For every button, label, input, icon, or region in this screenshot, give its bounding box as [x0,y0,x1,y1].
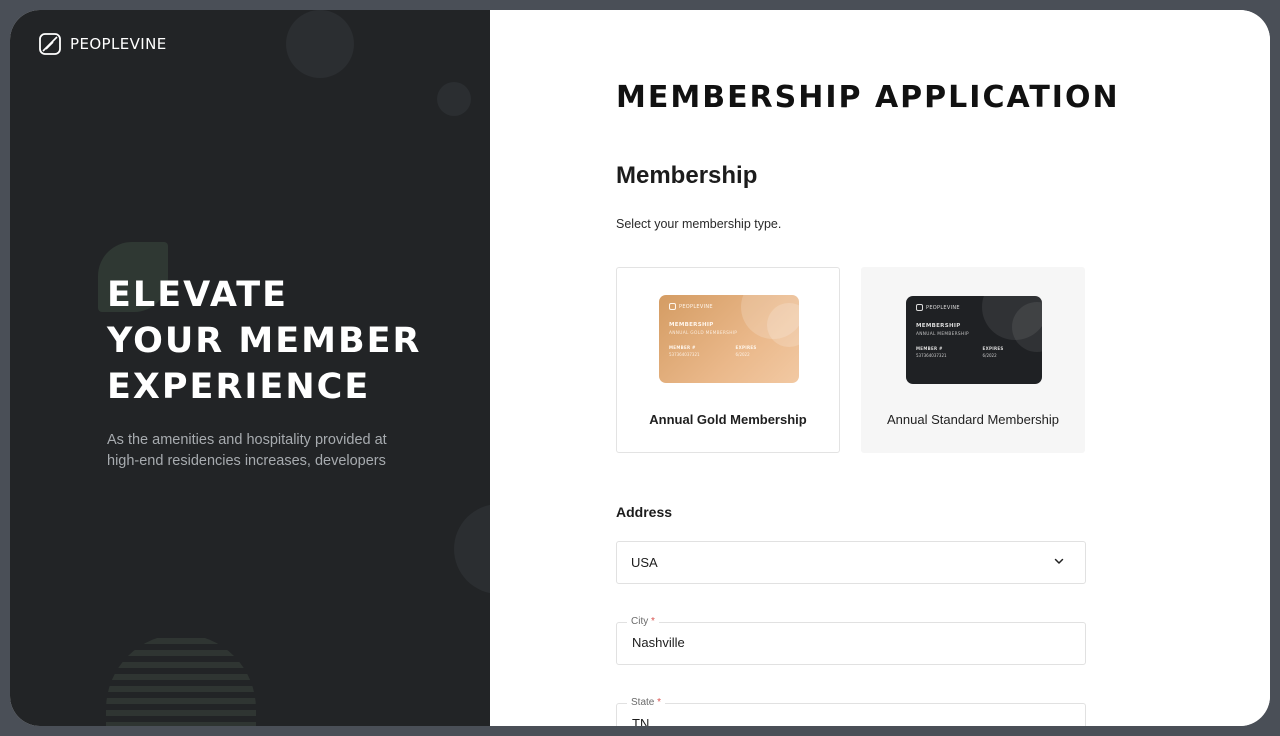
membership-option-label: Annual Standard Membership [887,412,1059,427]
card-expires-label: EXPIRES [735,345,757,350]
state-field: State * [616,697,1086,726]
standard-membership-card-image: PEOPLEVINE MEMBERSHIP ANNUAL MEMBERSHIP … [906,296,1042,384]
membership-heading: Membership [616,162,758,189]
leaf-logo-icon [39,33,61,55]
leaf-logo-icon [916,304,923,311]
card-details: MEMBER # 537364037321 EXPIRES 6/2022 [669,345,789,357]
state-label: State * [627,697,666,708]
membership-option-label: Annual Gold Membership [649,412,807,427]
card-subtitle: ANNUAL MEMBERSHIP [916,332,969,337]
chevron-down-icon [1054,558,1064,564]
card-title: MEMBERSHIP [669,322,714,328]
required-marker: * [657,697,662,708]
card-member-label: MEMBER # [916,346,943,351]
membership-option-standard[interactable]: PEOPLEVINE MEMBERSHIP ANNUAL MEMBERSHIP … [861,267,1085,453]
state-input[interactable] [632,716,1062,726]
card-subtitle: ANNUAL GOLD MEMBERSHIP [669,331,738,336]
city-field: City * [616,616,1086,665]
card-member-number: 537364037321 [916,353,947,358]
address-heading: Address [616,504,673,520]
card-title: MEMBERSHIP [916,323,961,329]
card-brand: PEOPLEVINE [669,303,789,310]
decorative-circle [437,82,471,116]
card-expires-date: 6/2022 [982,353,997,358]
city-label: City * [627,616,659,627]
card-member-label: MEMBER # [669,345,696,350]
country-select-value: USA [631,555,658,570]
page-title: MEMBERSHIP APPLICATION [616,80,1120,115]
decorative-circle [286,10,354,78]
form-panel: MEMBERSHIP APPLICATION Membership Select… [490,10,1270,726]
decorative-stripes [106,634,256,726]
gold-membership-card-image: PEOPLEVINE MEMBERSHIP ANNUAL GOLD MEMBER… [659,295,799,383]
decorative-circle [454,504,490,594]
hero-line: ELEVATE [107,275,288,315]
card-expires-date: 6/2022 [735,352,750,357]
hero-line: YOUR MEMBER [107,321,422,361]
hero-subtitle: As the amenities and hospitality provide… [107,432,387,469]
brand-name: PEOPLEVINE [70,35,167,53]
membership-option-gold[interactable]: PEOPLEVINE MEMBERSHIP ANNUAL GOLD MEMBER… [616,267,840,453]
card-member-number: 537364037321 [669,352,700,357]
card-expires-label: EXPIRES [982,346,1004,351]
membership-description: Select your membership type. [616,217,782,231]
hero-panel: PEOPLEVINE ELEVATE YOUR MEMBER EXPERIENC… [10,10,490,726]
app-frame: PEOPLEVINE ELEVATE YOUR MEMBER EXPERIENC… [10,10,1270,726]
hero-heading: ELEVATE YOUR MEMBER EXPERIENCE [107,272,467,410]
city-input[interactable] [632,635,1062,650]
country-select[interactable]: USA [616,541,1086,584]
card-brand: PEOPLEVINE [916,304,1032,311]
card-details: MEMBER # 537364037321 EXPIRES 6/2022 [916,346,1032,358]
brand-logo[interactable]: PEOPLEVINE [38,32,167,56]
leaf-logo-icon [669,303,676,310]
hero-line: EXPERIENCE [107,367,371,407]
required-marker: * [651,616,655,627]
